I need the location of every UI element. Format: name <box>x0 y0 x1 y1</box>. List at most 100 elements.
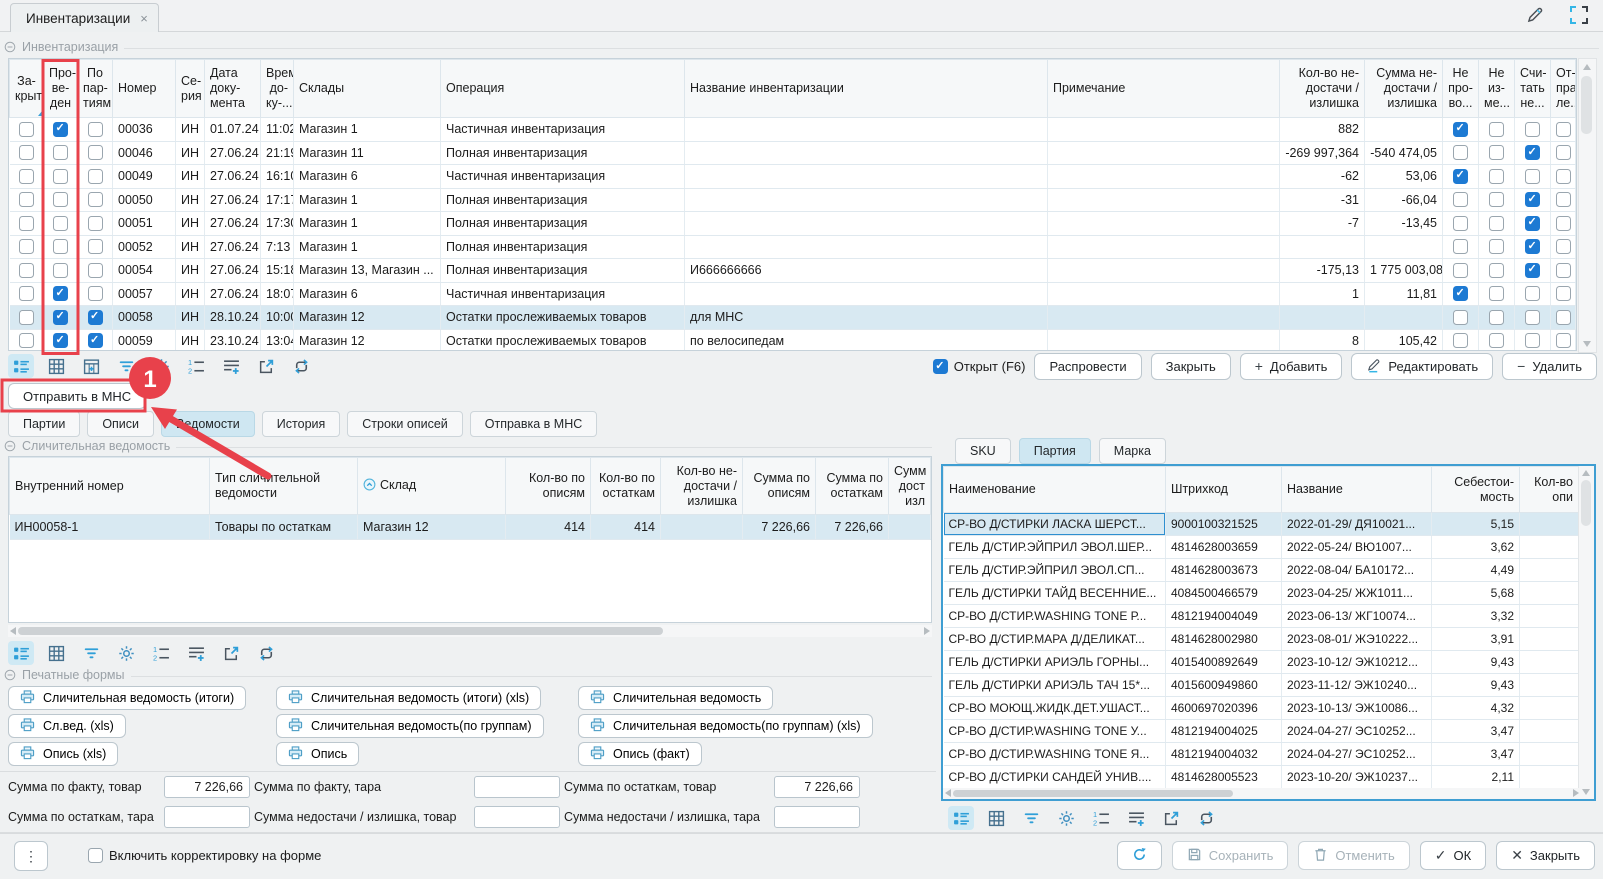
action-button-удалить[interactable]: −Удалить <box>1502 353 1597 380</box>
checkbox[interactable] <box>1556 169 1571 184</box>
view-list-icon[interactable] <box>8 641 34 665</box>
col-qty-shortage[interactable]: Кол-во не-достачи / излишка <box>661 458 743 515</box>
col-name[interactable]: Наименование <box>944 467 1166 513</box>
checkbox[interactable] <box>88 145 103 160</box>
checkbox[interactable] <box>88 286 103 301</box>
scroll-thumb[interactable] <box>953 790 1233 797</box>
table-row[interactable]: ИН00058-1Товары по остаткамМагазин 12414… <box>10 515 931 540</box>
print-button[interactable]: Опись (xls) <box>8 742 118 766</box>
checkbox[interactable] <box>53 169 68 184</box>
table-row[interactable]: ГЕЛЬ Д/СТИРКИ АРИЭЛЬ ТАЧ 15*...401560094… <box>944 674 1579 697</box>
detail-tab[interactable]: Описи <box>87 411 154 437</box>
numbered-list-icon[interactable]: 12 <box>1088 806 1114 830</box>
checkbox[interactable] <box>19 192 34 207</box>
fullscreen-icon[interactable] <box>1569 5 1589 25</box>
scroll-up-icon[interactable] <box>1583 64 1591 70</box>
collapse-icon[interactable] <box>4 440 16 452</box>
checkbox[interactable] <box>1489 122 1504 137</box>
col-posted[interactable]: Про-ве-ден <box>44 60 78 118</box>
checkbox[interactable] <box>1453 216 1468 231</box>
table-row[interactable]: ГЕЛЬ Д/СТИР.ЭЙПРИЛ ЭВОЛ.СП...48146280036… <box>944 559 1579 582</box>
checkbox[interactable] <box>1525 310 1540 325</box>
checkbox[interactable] <box>1453 169 1468 184</box>
detail-tab[interactable]: Партии <box>8 411 80 437</box>
numbered-list-icon[interactable]: 12 <box>148 641 174 665</box>
view-grid-icon[interactable] <box>43 641 69 665</box>
checkbox[interactable] <box>1525 169 1540 184</box>
checkbox[interactable] <box>88 848 103 863</box>
total-input[interactable] <box>164 776 250 798</box>
table-row[interactable]: 00059ИН23.10.2413:04Магазин 12Остатки пр… <box>10 329 1576 351</box>
checkbox[interactable] <box>1489 239 1504 254</box>
checkbox[interactable] <box>53 286 68 301</box>
tab-close-icon[interactable]: × <box>140 11 148 26</box>
scroll-left-icon[interactable] <box>10 627 16 635</box>
checkbox[interactable] <box>1556 192 1571 207</box>
view-list-icon[interactable] <box>8 354 34 378</box>
col-inventory-name[interactable]: Название инвентаризации <box>685 60 1048 118</box>
filter-icon[interactable] <box>113 354 139 378</box>
checkbox[interactable] <box>1525 286 1540 301</box>
filter-icon[interactable] <box>1018 806 1044 830</box>
col-doc-time[interactable]: Врем до-ку-... <box>261 60 294 118</box>
checkbox[interactable] <box>88 310 103 325</box>
checkbox[interactable] <box>19 216 34 231</box>
table-row[interactable]: СР-ВО Д/СТИР.WASHING TONE У...4812194004… <box>944 720 1579 743</box>
col-cost[interactable]: Себестои-мость <box>1432 467 1520 513</box>
adjust-on-form-checkbox[interactable]: Включить корректировку на форме <box>88 848 321 863</box>
table-row[interactable]: ГЕЛЬ Д/СТИРКИ ТАЙД ВЕСЕННИЕ...4084500466… <box>944 582 1579 605</box>
detail-tab[interactable]: История <box>262 411 340 437</box>
checkbox[interactable] <box>1453 192 1468 207</box>
table-row[interactable]: 00051ИН27.06.2417:30Магазин 1Полная инве… <box>10 212 1576 236</box>
numbered-list-icon[interactable]: 12 <box>183 354 209 378</box>
checkbox[interactable] <box>1525 333 1540 348</box>
footer-button-сохранить[interactable]: Сохранить <box>1172 841 1289 870</box>
col-warehouses[interactable]: Склады <box>294 60 441 118</box>
checkbox[interactable] <box>53 122 68 137</box>
col-series[interactable]: Се-рия <box>176 60 205 118</box>
collapse-icon[interactable] <box>4 41 16 53</box>
table-row[interactable]: 00054ИН27.06.2415:18Магазин 13, Магазин … <box>10 259 1576 283</box>
col-qty-by-lists[interactable]: Кол-во опи <box>1520 467 1579 513</box>
checkbox[interactable] <box>1453 239 1468 254</box>
checkbox[interactable] <box>88 263 103 278</box>
detail-tab[interactable]: Строки описей <box>347 411 462 437</box>
table-row[interactable]: СР-ВО МОЮЩ.ЖИДК.ДЕТ.УШАСТ...460069702039… <box>944 697 1579 720</box>
collapse-icon[interactable] <box>4 669 16 681</box>
table-row[interactable]: 00058ИН28.10.2410:00Магазин 12Остатки пр… <box>10 306 1576 330</box>
checkbox[interactable] <box>53 145 68 160</box>
footer-button-закрыть[interactable]: ✕Закрыть <box>1496 841 1595 870</box>
table-row[interactable]: 00036ИН01.07.2411:02Магазин 1Частичная и… <box>10 118 1576 142</box>
total-input[interactable] <box>474 776 560 798</box>
add-row-icon[interactable] <box>183 641 209 665</box>
view-calendar-icon[interactable] <box>78 354 104 378</box>
open-filter-checkbox[interactable]: Открыт (F6) <box>933 359 1026 374</box>
checkbox[interactable] <box>1489 169 1504 184</box>
table-row[interactable]: 00057ИН27.06.2418:07Магазин 6Частичная и… <box>10 282 1576 306</box>
checkbox[interactable] <box>19 122 34 137</box>
view-list-icon[interactable] <box>948 806 974 830</box>
filter-icon[interactable] <box>78 641 104 665</box>
checkbox[interactable] <box>1525 263 1540 278</box>
col-vedomost-type[interactable]: Тип сличительной ведомости <box>210 458 358 515</box>
checkbox[interactable] <box>1453 263 1468 278</box>
checkbox[interactable] <box>19 263 34 278</box>
checkbox[interactable] <box>19 286 34 301</box>
scroll-thumb[interactable] <box>18 627 663 635</box>
checkbox[interactable] <box>1556 263 1571 278</box>
checkbox[interactable] <box>1556 310 1571 325</box>
checkbox[interactable] <box>88 122 103 137</box>
action-button-распровести[interactable]: Распровести <box>1034 353 1141 380</box>
checkbox[interactable] <box>1556 216 1571 231</box>
col-warehouse[interactable]: Склад <box>358 458 506 515</box>
action-button-добавить[interactable]: +Добавить <box>1240 353 1343 380</box>
action-button-закрыть[interactable]: Закрыть <box>1151 353 1231 380</box>
col-doc-date[interactable]: Дата доку-мента <box>205 60 261 118</box>
col-sum-by-stock[interactable]: Сумма по остаткам <box>816 458 889 515</box>
view-grid-icon[interactable] <box>43 354 69 378</box>
checkbox[interactable] <box>53 263 68 278</box>
table-row[interactable]: 00050ИН27.06.2417:17Магазин 1Полная инве… <box>10 188 1576 212</box>
table-row[interactable]: СР-ВО Д/СТИРКИ САНДЕЙ УНИВ....4814628005… <box>944 766 1579 789</box>
table-row[interactable]: 00049ИН27.06.2416:10Магазин 6Частичная и… <box>10 165 1576 189</box>
table-row[interactable]: СР-ВО Д/СТИРКИ ЛАСКА ШЕРСТ...90001003215… <box>944 513 1579 536</box>
